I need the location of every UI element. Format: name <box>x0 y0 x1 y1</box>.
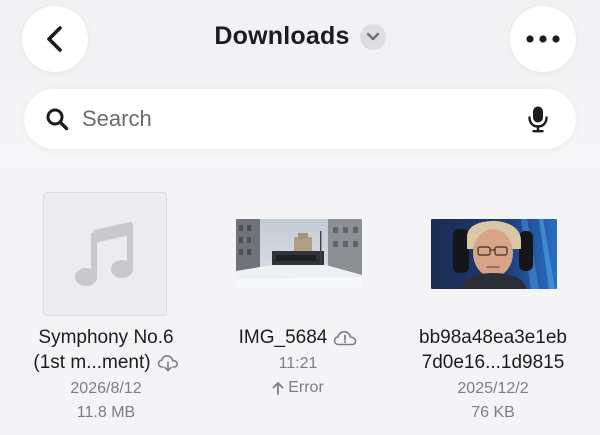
chevron-down-icon[interactable] <box>359 23 386 50</box>
snowy-street-photo <box>236 219 362 289</box>
search-bar[interactable] <box>24 89 576 149</box>
file-name-continued: 7d0e16...1d9815 <box>421 352 565 373</box>
file-time: 11:21 <box>278 355 318 372</box>
file-size: 11.8 MB <box>76 404 136 421</box>
search-input[interactable] <box>82 106 502 132</box>
file-name: IMG_5684 <box>238 327 328 348</box>
file-name: Symphony No.6 <box>38 327 174 348</box>
file-name: bb98a48ea3e1eb <box>419 327 567 348</box>
status-text: Error <box>288 379 324 396</box>
arrow-up-icon <box>272 382 284 395</box>
file-item-symphony[interactable]: Symphony No.6 (1st m...ment) 2026/8/12 1… <box>11 190 201 425</box>
page-title: Downloads <box>214 22 350 50</box>
file-size: 76 KB <box>471 404 515 421</box>
file-date: 2026/8/12 <box>70 380 142 397</box>
file-date: 2025/12/2 <box>457 380 529 397</box>
search-icon <box>44 106 70 132</box>
file-item-bb98a48[interactable]: bb98a48ea3e1eb 7d0e16...1d9815 2025/12/2… <box>398 190 588 425</box>
microphone-icon[interactable] <box>524 105 552 133</box>
music-note-icon <box>75 222 133 286</box>
file-name-continued: (1st m...ment) <box>33 352 151 373</box>
more-options-button[interactable] <box>510 6 576 72</box>
cloud-download-icon <box>157 354 178 371</box>
ellipsis-icon <box>526 35 560 43</box>
cloud-alert-icon <box>334 330 357 345</box>
upload-status: Error <box>203 376 393 400</box>
music-thumbnail <box>43 192 167 316</box>
file-item-img-5684[interactable]: IMG_5684 11:21 Error <box>203 190 393 400</box>
gamer-portrait-photo <box>431 219 557 289</box>
